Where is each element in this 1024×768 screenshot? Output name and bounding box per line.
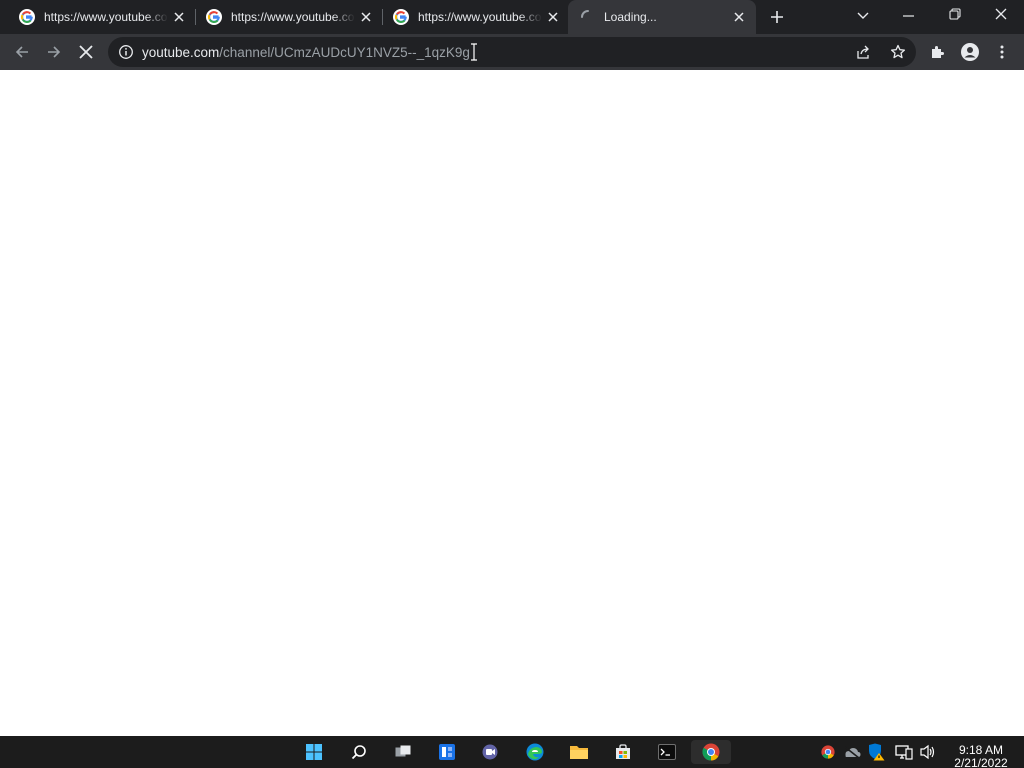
forward-button[interactable] [40, 38, 68, 66]
tab-title: Loading... [604, 10, 657, 24]
share-button[interactable] [850, 38, 878, 66]
tray-chrome[interactable] [816, 740, 840, 764]
file-explorer-button[interactable] [567, 740, 591, 764]
search-icon [351, 745, 366, 760]
network-icon [895, 745, 913, 760]
file-explorer-icon [570, 746, 588, 759]
back-arrow-icon [15, 46, 28, 58]
store-icon [616, 744, 630, 759]
tab-title: https://www.youtube.com/ [231, 10, 355, 24]
volume-icon [920, 744, 935, 760]
extensions-button[interactable] [924, 38, 952, 66]
profile-icon [961, 43, 979, 61]
address-bar[interactable]: youtube.com/channel/UCmzAUDcUY1NVZ5--_1q… [108, 37, 916, 67]
edge-button[interactable] [523, 740, 547, 764]
store-button[interactable] [611, 740, 635, 764]
tab-close-icon[interactable] [359, 10, 373, 24]
browser-tab[interactable]: https://www.youtube.com/ [374, 0, 568, 34]
tray-onedrive[interactable] [840, 740, 864, 764]
forward-arrow-icon [48, 46, 61, 58]
extensions-icon [932, 46, 944, 58]
browser-tab[interactable]: https://www.youtube.com/ [0, 0, 194, 34]
edge-icon [526, 743, 544, 761]
widgets-icon [439, 744, 455, 760]
page-content [0, 70, 1024, 736]
plus-icon [771, 11, 783, 23]
url-path: /channel/UCmzAUDcUY1NVZ5--_1qzK9g [219, 45, 470, 60]
bookmark-button[interactable] [884, 38, 912, 66]
tray-network[interactable] [892, 740, 916, 764]
loading-spinner-icon [581, 10, 589, 18]
windows-start-icon [306, 744, 322, 760]
tab-close-icon[interactable] [732, 10, 746, 24]
system-clock[interactable]: 9:18 AM 2/21/2022 [944, 744, 1018, 768]
widgets-button[interactable] [435, 740, 459, 764]
tab-close-icon[interactable] [172, 10, 186, 24]
chrome-taskbar-button[interactable] [691, 740, 731, 764]
new-tab-button[interactable] [766, 7, 788, 27]
windows-taskbar: 9:18 AM 2/21/2022 [0, 736, 1024, 768]
stop-button[interactable] [72, 38, 100, 66]
text-cursor-icon [471, 43, 477, 61]
minimize-icon [903, 15, 914, 17]
clock-date: 2/21/2022 [954, 756, 1008, 768]
task-view-button[interactable] [391, 740, 415, 764]
chrome-icon [702, 743, 720, 761]
tray-volume[interactable] [916, 740, 940, 764]
tab-search-button[interactable] [852, 6, 874, 26]
restore-icon [949, 8, 961, 20]
restore-button[interactable] [944, 4, 966, 24]
share-icon [857, 45, 869, 59]
google-g-icon [393, 9, 409, 25]
browser-tab[interactable]: https://www.youtube.com/ [187, 0, 381, 34]
tray-defender[interactable] [864, 740, 888, 764]
start-button[interactable] [302, 740, 326, 764]
task-view-icon [395, 745, 411, 757]
window-close-button[interactable] [990, 4, 1012, 24]
google-g-icon [19, 9, 35, 25]
back-button[interactable] [8, 38, 36, 66]
chrome-tray-icon [821, 745, 835, 759]
onedrive-offline-icon [844, 746, 861, 758]
url-text[interactable]: youtube.com/channel/UCmzAUDcUY1NVZ5--_1q… [142, 45, 470, 60]
info-icon[interactable] [118, 44, 134, 60]
browser-toolbar: youtube.com/channel/UCmzAUDcUY1NVZ5--_1q… [0, 34, 1024, 70]
tab-search-icon [857, 12, 869, 19]
defender-warning-icon [869, 743, 885, 761]
profile-button[interactable] [956, 38, 984, 66]
bookmark-star-icon [890, 44, 906, 59]
taskbar-search-button[interactable] [347, 740, 371, 764]
teams-chat-button[interactable] [479, 740, 503, 764]
tab-strip: https://www.youtube.com/ https://www.you… [0, 0, 1024, 34]
minimize-button[interactable] [898, 6, 920, 26]
stop-icon [79, 45, 93, 59]
url-host: youtube.com [142, 45, 220, 60]
tab-title: https://www.youtube.com/ [44, 10, 168, 24]
browser-tab-active[interactable]: Loading... [568, 0, 756, 34]
chrome-menu-button[interactable] [988, 38, 1016, 66]
teams-chat-icon [482, 744, 498, 760]
tab-close-icon[interactable] [546, 10, 560, 24]
close-icon [995, 8, 1007, 20]
google-g-icon [206, 9, 222, 25]
terminal-button[interactable] [655, 740, 679, 764]
menu-icon [1000, 45, 1004, 59]
tab-title: https://www.youtube.com/ [418, 10, 542, 24]
terminal-icon [658, 744, 676, 760]
